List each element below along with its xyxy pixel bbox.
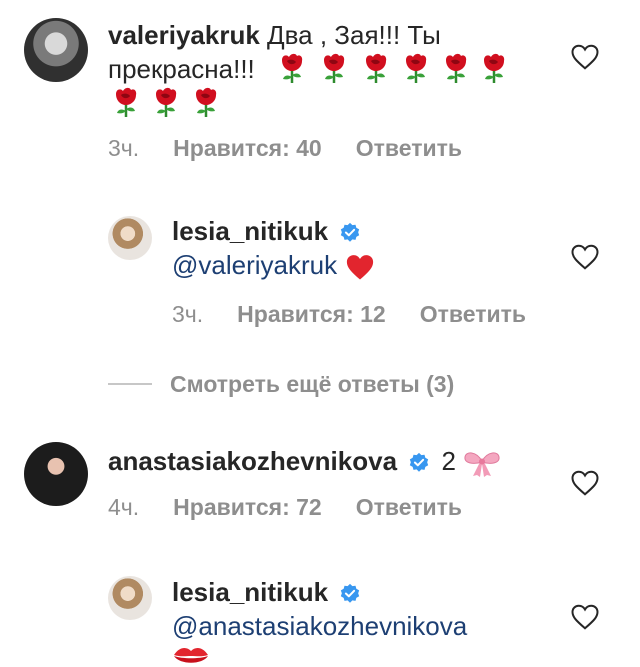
comment-time: 3ч.: [108, 135, 140, 161]
verified-badge-icon: [339, 583, 361, 605]
rose-emoji: [110, 86, 142, 118]
avatar[interactable]: [24, 18, 88, 82]
mention-link[interactable]: @valeriyakruk: [172, 250, 337, 280]
comment-time: 4ч.: [108, 494, 140, 520]
ribbon-emoji: [464, 452, 500, 478]
avatar[interactable]: [108, 216, 152, 260]
rose-emoji: [400, 52, 432, 84]
comment-username[interactable]: valeriyakruk: [108, 20, 260, 50]
divider: [108, 383, 152, 385]
like-heart-icon[interactable]: [570, 42, 600, 72]
reply-button[interactable]: Ответить: [420, 301, 526, 328]
rose-emoji: [276, 52, 308, 84]
comment-text: прекрасна!!!: [108, 54, 255, 84]
comment-username[interactable]: anastasiakozhevnikova: [108, 446, 397, 476]
avatar[interactable]: [108, 576, 152, 620]
comment-meta: 3ч. Нравится: 40 Ответить: [108, 135, 462, 162]
like-heart-icon[interactable]: [570, 242, 600, 272]
mention-link[interactable]: @anastasiakozhevnikova: [172, 611, 467, 641]
comment-time: 3ч.: [172, 301, 204, 327]
reply-header: lesia_nitikuk: [172, 575, 365, 610]
verified-badge-icon: [339, 222, 361, 244]
view-more-replies-button[interactable]: Смотреть ещё ответы (3): [170, 371, 454, 398]
verified-badge-icon: [408, 452, 430, 474]
like-heart-icon[interactable]: [570, 468, 600, 498]
red-heart-emoji: [347, 255, 374, 280]
likes-count[interactable]: Нравится: 40: [173, 135, 322, 162]
rose-emoji: [360, 52, 392, 84]
rose-emoji: [440, 52, 472, 84]
comment-text: 2: [441, 446, 456, 476]
kiss-mark-emoji: [174, 648, 208, 663]
comment-body-line2: прекрасна!!!: [108, 52, 255, 87]
like-heart-icon[interactable]: [570, 602, 600, 632]
rose-emoji: [478, 52, 510, 84]
comment-username[interactable]: lesia_nitikuk: [172, 577, 328, 607]
comment-body: anastasiakozhevnikova 2: [108, 444, 501, 479]
comment-text: Два , Зая!!! Ты: [267, 20, 441, 50]
likes-count[interactable]: Нравится: 72: [173, 494, 322, 521]
reply-button[interactable]: Ответить: [356, 494, 462, 521]
comment-meta: 3ч. Нравится: 12 Ответить: [172, 301, 526, 328]
rose-emoji: [150, 86, 182, 118]
rose-emoji: [318, 52, 350, 84]
comment-body: valeriyakruk Два , Зая!!! Ты: [108, 18, 568, 53]
reply-header: lesia_nitikuk: [172, 214, 365, 249]
reply-button[interactable]: Ответить: [356, 135, 462, 162]
avatar[interactable]: [24, 442, 88, 506]
reply-body: @anastasiakozhevnikova: [172, 609, 467, 644]
rose-emoji: [190, 86, 222, 118]
likes-count[interactable]: Нравится: 12: [237, 301, 386, 328]
reply-body: @valeriyakruk: [172, 248, 376, 283]
comment-username[interactable]: lesia_nitikuk: [172, 216, 328, 246]
comment-meta: 4ч. Нравится: 72 Ответить: [108, 494, 462, 521]
